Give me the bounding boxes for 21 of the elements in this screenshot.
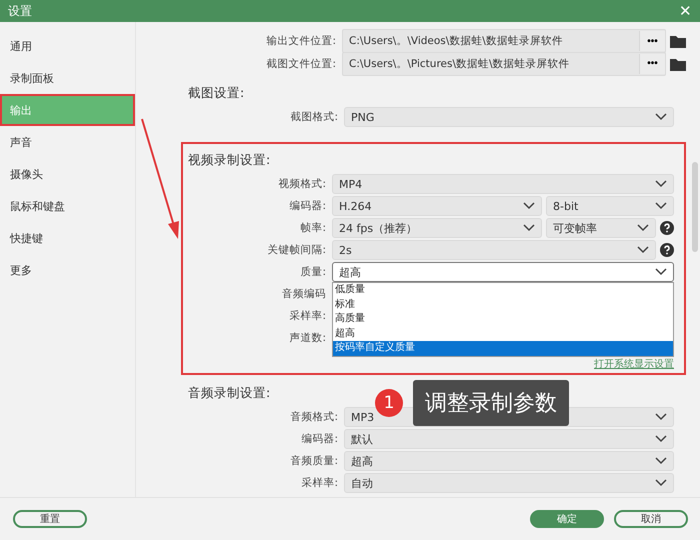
field-label: 质量: [299, 265, 326, 279]
section-title: 音频录制设置: [188, 385, 270, 402]
section-title: 截图设置: [188, 85, 244, 102]
field-label: 截图格式: [289, 110, 338, 124]
field-label: 采样率: [300, 476, 338, 490]
callout-tooltip: 调整录制参数 [413, 380, 569, 426]
field-label: 截图文件位置: [265, 56, 336, 71]
field-label: 音频格式: [289, 410, 338, 424]
field-label: 编码器: [288, 199, 326, 213]
window-title: 设置 [8, 2, 32, 20]
field-label: 编码器: [300, 432, 338, 446]
field-label: 音频质量: [289, 454, 338, 468]
field-label: 帧率: [299, 221, 326, 235]
field-label: 采样率: [288, 309, 326, 323]
section-title: 视频录制设置: [188, 152, 270, 169]
field-label: 视频格式: [277, 177, 326, 191]
field-label: 输出文件位置: [265, 34, 336, 48]
field-label: 关键帧间隔: [266, 243, 326, 257]
field-label: 声道数: [288, 331, 326, 345]
step-badge-tooltip: 1 [375, 389, 403, 417]
field-label: 音频编码 [281, 287, 326, 301]
